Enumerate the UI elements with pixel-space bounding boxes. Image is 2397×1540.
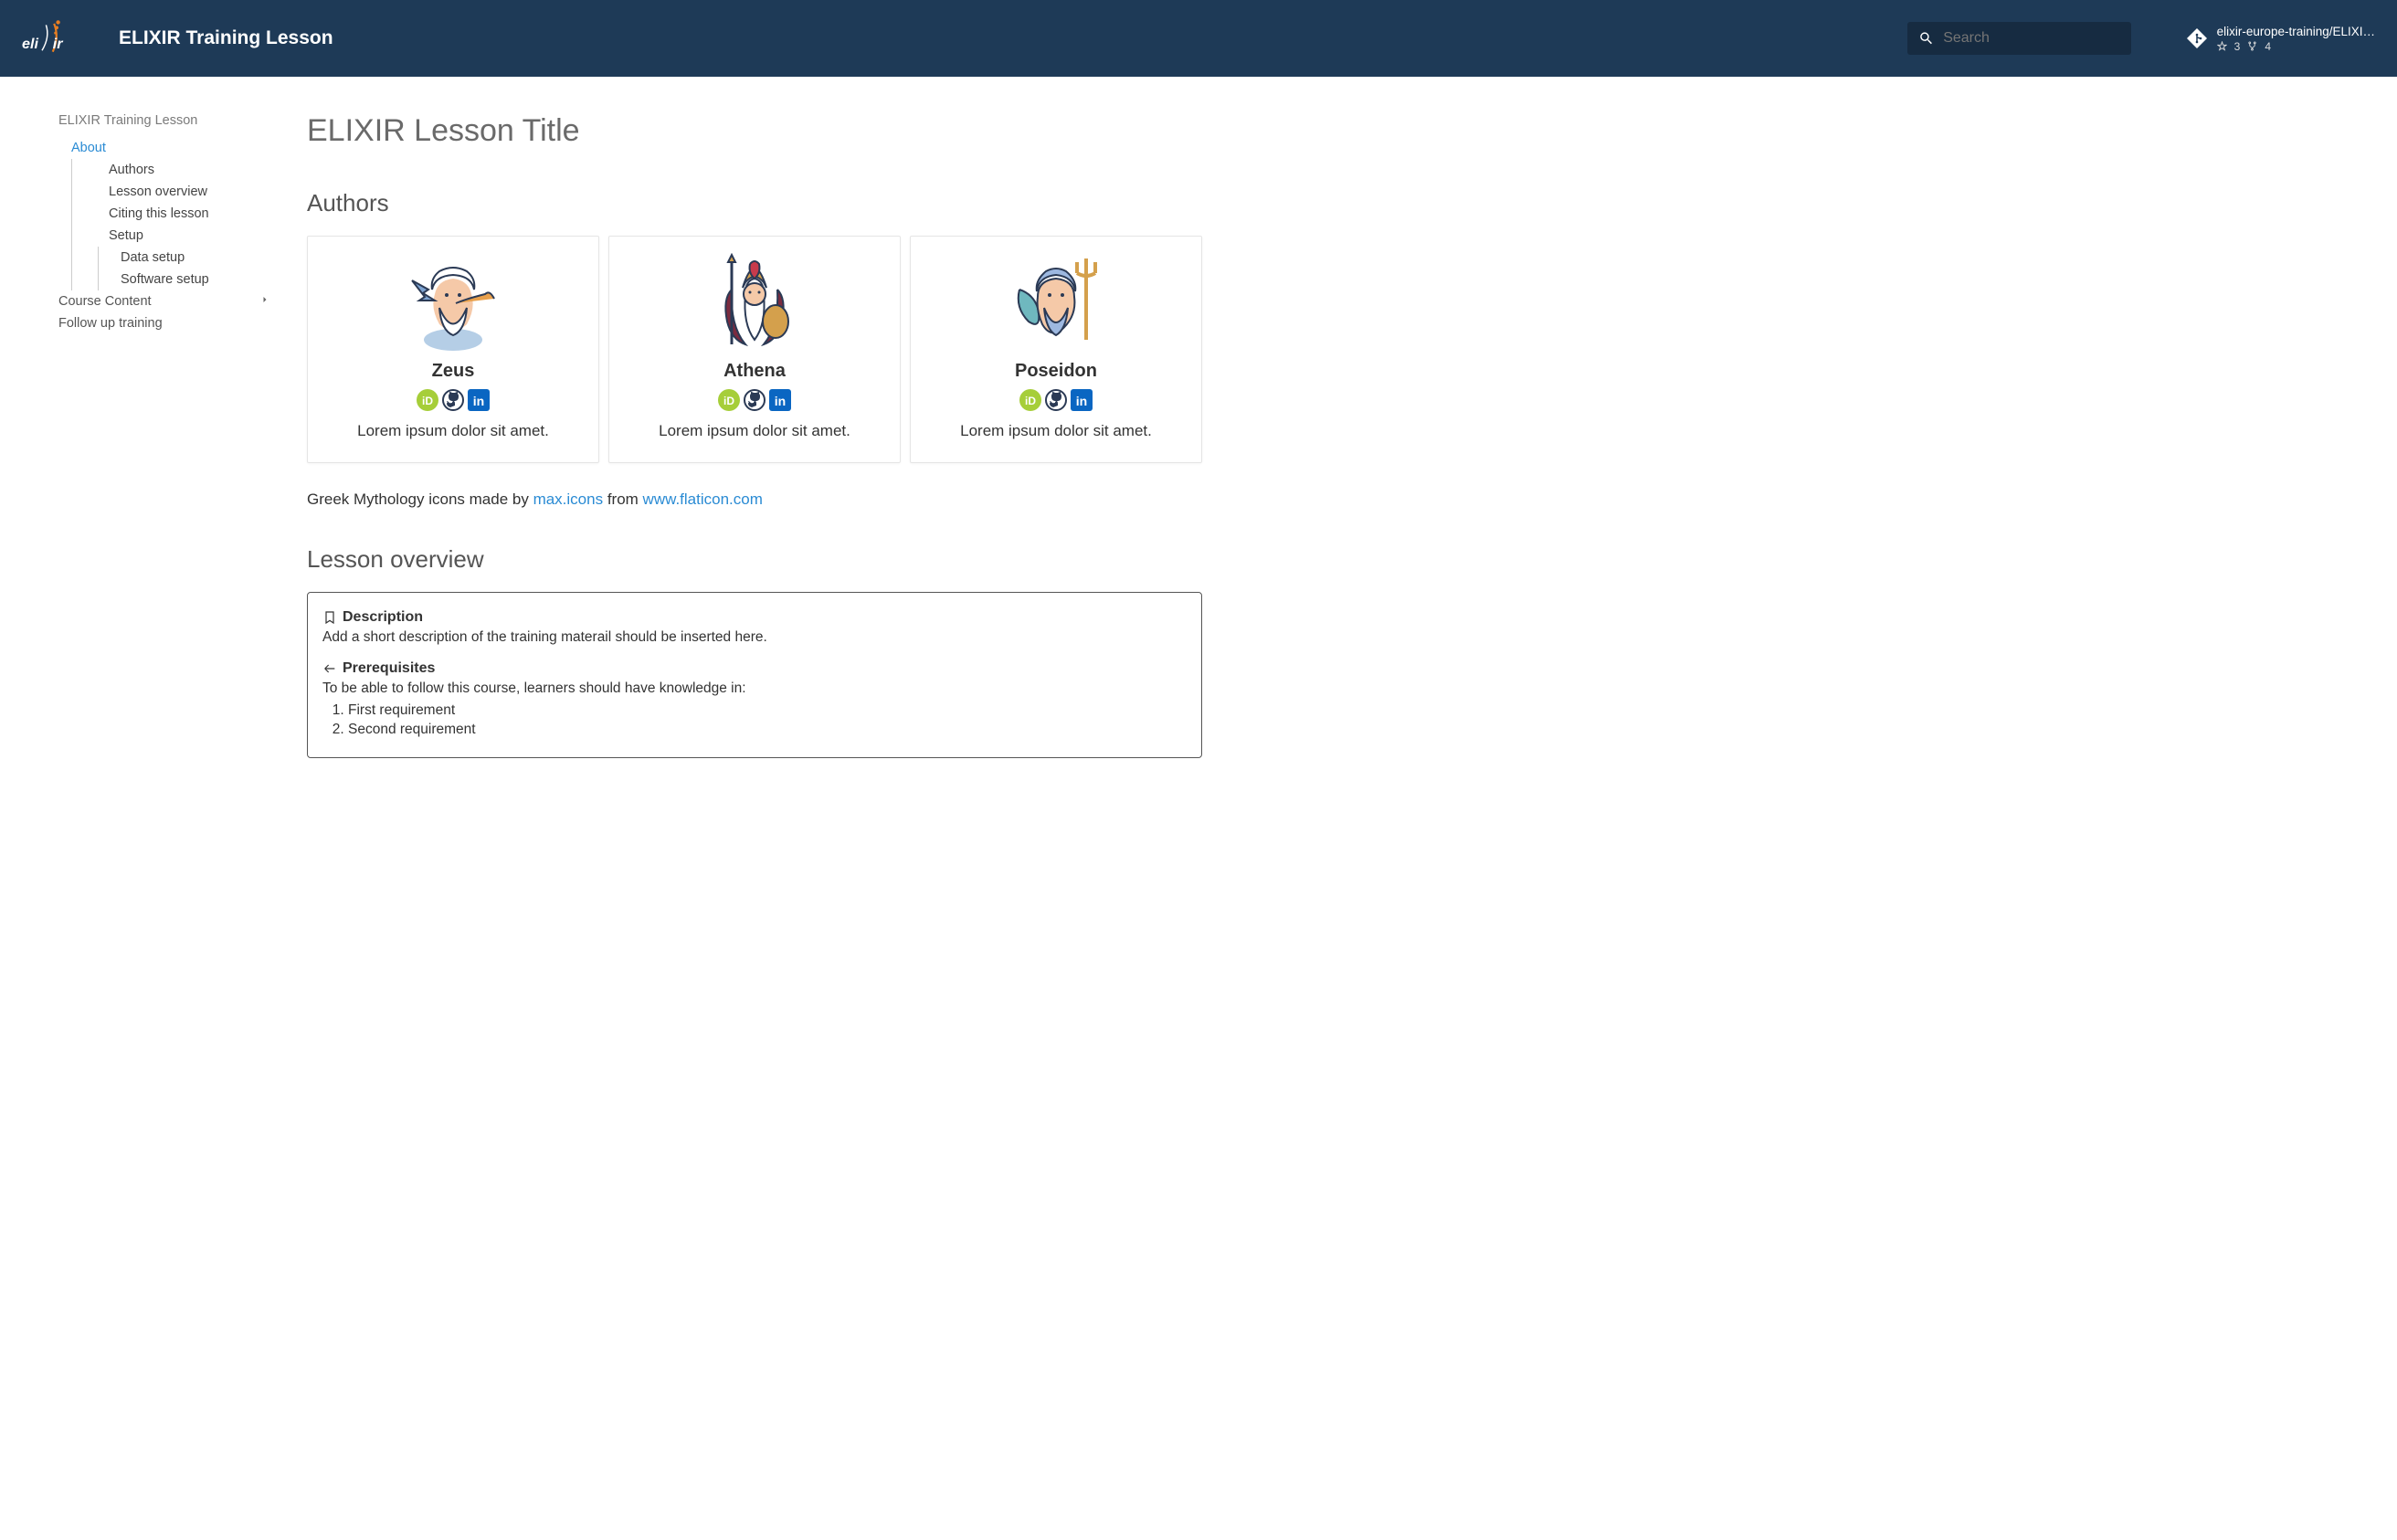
chevron-right-icon [259, 294, 270, 309]
github-icon[interactable] [442, 389, 464, 411]
sidebar-item-authors[interactable]: Authors [109, 163, 154, 177]
svg-text:ir: ir [53, 36, 63, 52]
list-item: First requirement [348, 702, 1187, 719]
search-icon [1918, 29, 1935, 47]
author-name: Zeus [322, 361, 584, 382]
fork-count: 4 [2265, 40, 2271, 53]
nav-title[interactable]: ELIXIR Training Lesson [58, 113, 270, 128]
author-desc: Lorem ipsum dolor sit amet. [624, 422, 885, 440]
orcid-icon[interactable]: iD [718, 389, 740, 411]
search-box[interactable] [1907, 22, 2131, 55]
avatar-poseidon-icon [1006, 253, 1106, 353]
main-content: ELIXIR Lesson Title Authors Zeus [307, 113, 1202, 758]
svg-text:iD: iD [723, 395, 734, 407]
git-icon [2186, 27, 2208, 49]
author-card-poseidon: Poseidon iD in Lorem ipsum dolor sit ame… [910, 236, 1202, 463]
bookmark-icon [322, 610, 337, 625]
github-icon[interactable] [1045, 389, 1067, 411]
star-icon [2217, 41, 2227, 51]
description-heading: Description [322, 609, 1187, 626]
svg-text:iD: iD [1025, 395, 1036, 407]
attribution-link-site[interactable]: www.flaticon.com [643, 490, 763, 508]
linkedin-icon[interactable]: in [1071, 389, 1093, 411]
search-input[interactable] [1943, 30, 2119, 47]
sidebar-item-followup[interactable]: Follow up training [58, 312, 270, 334]
author-desc: Lorem ipsum dolor sit amet. [322, 422, 584, 440]
avatar-athena-icon [704, 253, 805, 353]
author-grid: Zeus iD in Lorem ipsum dolor sit amet. [307, 236, 1202, 463]
icon-attribution: Greek Mythology icons made by max.icons … [307, 490, 1202, 509]
prerequisites-list: First requirement Second requirement [322, 702, 1187, 738]
sidebar-item-label: Course Content [58, 294, 152, 309]
attribution-link-author[interactable]: max.icons [533, 490, 604, 508]
sidebar-item-citing[interactable]: Citing this lesson [109, 206, 209, 221]
lesson-overview-heading: Lesson overview [307, 545, 1202, 574]
author-card-zeus: Zeus iD in Lorem ipsum dolor sit amet. [307, 236, 599, 463]
star-count: 3 [2234, 40, 2241, 53]
repo-name: elixir-europe-training/ELIXI… [2217, 25, 2375, 38]
list-item: Second requirement [348, 722, 1187, 738]
sidebar-item-data-setup[interactable]: Data setup [121, 250, 185, 265]
repo-stats: 3 4 [2217, 40, 2375, 53]
repo-link[interactable]: elixir-europe-training/ELIXI… 3 4 [2186, 25, 2375, 53]
linkedin-icon[interactable]: in [468, 389, 490, 411]
svg-text:eli: eli [22, 36, 38, 52]
sidebar-item-about[interactable]: About [71, 141, 106, 155]
authors-heading: Authors [307, 189, 1202, 217]
elixir-logo-icon: eli ir [22, 16, 102, 60]
overview-box: Description Add a short description of t… [307, 592, 1202, 758]
author-name: Poseidon [925, 361, 1187, 382]
author-name: Athena [624, 361, 885, 382]
sidebar-item-software-setup[interactable]: Software setup [121, 272, 209, 287]
linkedin-icon[interactable]: in [769, 389, 791, 411]
svg-text:iD: iD [422, 395, 433, 407]
sidebar-item-setup[interactable]: Setup [109, 228, 143, 243]
logo-block[interactable]: eli ir ELIXIR Training Lesson [22, 16, 333, 60]
arrow-left-icon [322, 661, 337, 676]
prerequisites-heading: Prerequisites [322, 660, 1187, 677]
site-title: ELIXIR Training Lesson [119, 27, 333, 49]
author-card-athena: Athena iD in Lorem ipsum dolor sit amet. [608, 236, 901, 463]
author-desc: Lorem ipsum dolor sit amet. [925, 422, 1187, 440]
svg-text:in: in [473, 394, 484, 408]
orcid-icon[interactable]: iD [1019, 389, 1041, 411]
orcid-icon[interactable]: iD [417, 389, 438, 411]
avatar-zeus-icon [403, 253, 503, 353]
sidebar-item-label: Follow up training [58, 316, 163, 331]
svg-text:in: in [1076, 394, 1087, 408]
prerequisites-intro: To be able to follow this course, learne… [322, 680, 1187, 697]
page-title: ELIXIR Lesson Title [307, 113, 1202, 149]
fork-icon [2247, 41, 2257, 51]
site-header: eli ir ELIXIR Training Lesson elixir-eur… [0, 0, 2397, 77]
sidebar-nav: ELIXIR Training Lesson About Authors Les… [58, 113, 270, 758]
description-text: Add a short description of the training … [322, 629, 1187, 646]
sidebar-item-course-content[interactable]: Course Content [58, 290, 270, 312]
github-icon[interactable] [744, 389, 766, 411]
sidebar-item-lesson-overview[interactable]: Lesson overview [109, 185, 207, 199]
svg-text:in: in [775, 394, 786, 408]
